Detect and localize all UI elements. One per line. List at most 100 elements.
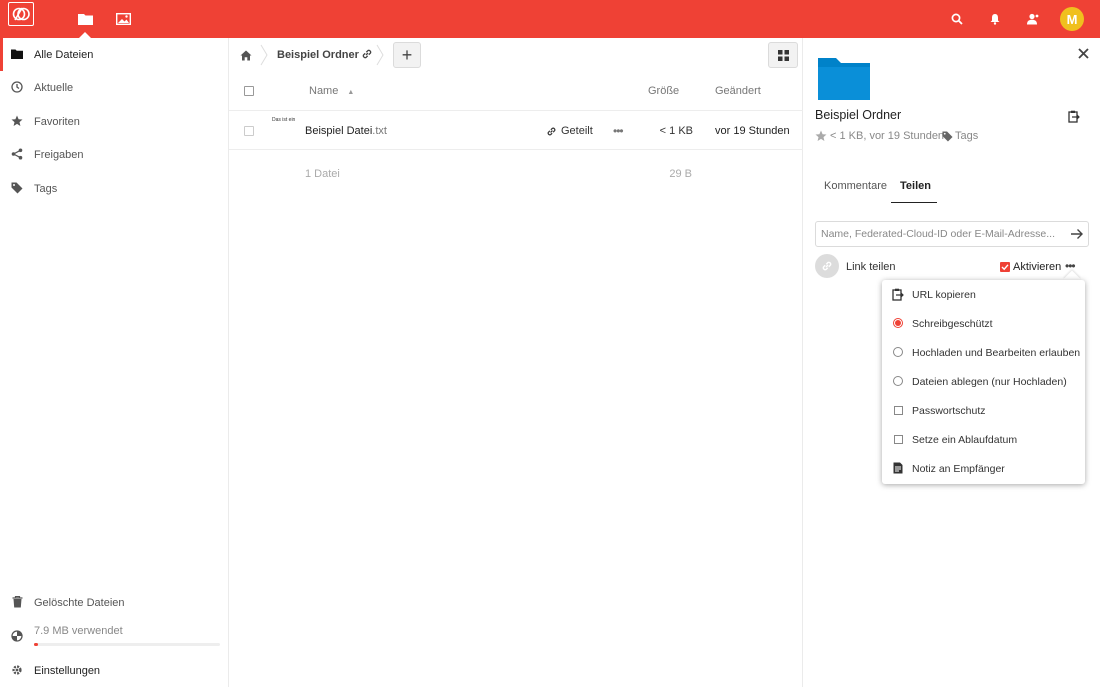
menu-item-label: Setze ein Ablaufdatum	[912, 434, 1018, 446]
sidebar-item-favorites[interactable]: Favoriten	[0, 105, 228, 138]
radio-selected[interactable]	[892, 317, 904, 329]
file-actions-menu-button[interactable]: •••	[613, 124, 624, 138]
file-list-area: Beispiel Ordner + Name ▲ Größe Geändert …	[229, 38, 803, 687]
folder-icon	[77, 14, 93, 25]
files-app-button[interactable]	[76, 10, 94, 28]
copy-link-button[interactable]	[1067, 109, 1081, 123]
link-share-label: Link teilen	[846, 261, 896, 273]
grid-view-toggle[interactable]	[768, 42, 798, 68]
menu-item-label: Passwortschutz	[912, 405, 986, 417]
quota-label: 7.9 MB verwendet	[34, 625, 123, 637]
file-row[interactable]: Das ist ein Beispiel Datei.txt Geteilt •…	[229, 110, 803, 150]
sidebar-item-label: Freigaben	[34, 149, 84, 161]
column-header-label: Name	[309, 85, 339, 97]
sidebar-item-shares[interactable]: Freigaben	[0, 138, 228, 171]
radio-unselected[interactable]	[892, 375, 904, 387]
contacts-icon	[1027, 13, 1039, 25]
pie-chart-icon	[10, 629, 24, 643]
sidebar-quota: 7.9 MB verwendet	[0, 620, 228, 653]
menu-item-label: Dateien ablegen (nur Hochladen)	[912, 376, 1067, 388]
folder-preview-icon	[818, 58, 870, 100]
gallery-app-button[interactable]	[114, 10, 132, 28]
active-tab-indicator	[891, 202, 937, 203]
file-extension: .txt	[372, 125, 387, 137]
sidebar-item-label: Einstellungen	[34, 665, 101, 677]
share-with-input[interactable]	[815, 221, 1089, 247]
clock-icon	[10, 80, 24, 94]
user-avatar[interactable]: M	[1060, 7, 1084, 31]
note-icon	[892, 462, 904, 474]
file-name[interactable]: Beispiel Datei.txt	[305, 125, 387, 137]
radio-unselected[interactable]	[892, 346, 904, 358]
close-icon	[1077, 47, 1089, 59]
quota-progress-fill	[34, 643, 38, 646]
breadcrumb-home[interactable]	[239, 48, 253, 62]
menu-item-allow-upload-edit[interactable]: Hochladen und Bearbeiten erlauben	[882, 338, 1085, 367]
notifications-button[interactable]	[986, 10, 1004, 28]
close-details-button[interactable]	[1076, 46, 1090, 60]
share-icon	[10, 147, 24, 161]
details-tags-label: Tags	[955, 130, 979, 142]
sidebar-item-tags[interactable]: Tags	[0, 172, 228, 205]
file-modified: vor 19 Stunden	[715, 125, 790, 137]
arrow-right-icon[interactable]	[1070, 227, 1084, 241]
tab-sharing[interactable]: Teilen	[900, 180, 931, 192]
menu-item-file-drop[interactable]: Dateien ablegen (nur Hochladen)	[882, 367, 1085, 396]
image-icon	[115, 13, 131, 25]
home-icon	[240, 50, 252, 60]
logo-icon	[12, 7, 30, 21]
activate-link-checkbox[interactable]: Aktivieren	[1000, 261, 1061, 273]
app-logo[interactable]	[8, 2, 34, 26]
sort-ascending-icon: ▲	[347, 89, 355, 96]
details-meta-text: < 1 KB, vor 19 Stunden	[830, 130, 945, 142]
quota-progress-bar	[34, 643, 220, 646]
total-size-summary: 29 B	[669, 168, 692, 180]
file-select-checkbox[interactable]	[244, 126, 254, 136]
share-status-label: Geteilt	[561, 125, 593, 137]
file-controls-bar: Beispiel Ordner +	[229, 38, 803, 73]
clipboard-icon	[1068, 110, 1080, 123]
details-meta: < 1 KB, vor 19 Stunden	[815, 130, 944, 142]
sidebar-item-all-files[interactable]: Alle Dateien	[0, 38, 228, 71]
star-icon[interactable]	[815, 130, 827, 142]
checkbox-unchecked[interactable]	[892, 433, 904, 445]
column-header-modified[interactable]: Geändert	[715, 85, 761, 97]
new-file-button[interactable]: +	[393, 42, 421, 68]
sidebar-item-recent[interactable]: Aktuelle	[0, 71, 228, 104]
contacts-button[interactable]	[1024, 10, 1042, 28]
file-name-base: Beispiel Datei	[305, 125, 373, 137]
menu-item-password-protect[interactable]: Passwortschutz	[882, 396, 1085, 425]
breadcrumb-folder[interactable]: Beispiel Ordner	[277, 49, 359, 61]
menu-item-label: Notiz an Empfänger	[912, 463, 1005, 475]
tag-icon	[942, 130, 953, 142]
menu-item-label: URL kopieren	[912, 289, 976, 301]
share-options-menu: URL kopieren Schreibgeschützt Hochladen …	[882, 280, 1085, 484]
sidebar-item-label: Aktuelle	[34, 82, 74, 94]
link-share-avatar	[815, 254, 839, 278]
menu-item-copy-url[interactable]: URL kopieren	[882, 280, 1085, 309]
tab-comments[interactable]: Kommentare	[824, 180, 887, 192]
bell-icon	[990, 14, 1000, 25]
menu-item-expiration-date[interactable]: Setze ein Ablaufdatum	[882, 425, 1085, 454]
sidebar-item-settings[interactable]: Einstellungen	[0, 654, 228, 687]
column-header-name[interactable]: Name ▲	[309, 85, 354, 97]
star-icon	[10, 114, 24, 128]
gear-icon	[10, 663, 24, 677]
sidebar-item-deleted-files[interactable]: Gelöschte Dateien	[0, 586, 228, 619]
tag-icon	[10, 181, 24, 195]
search-icon	[951, 13, 963, 25]
menu-item-note-to-recipient[interactable]: Notiz an Empfänger	[882, 454, 1085, 483]
select-all-checkbox[interactable]	[244, 86, 254, 96]
clipboard-icon	[892, 288, 904, 301]
details-tags-button[interactable]: Tags	[942, 130, 978, 142]
link-icon[interactable]	[361, 48, 373, 60]
menu-item-label: Schreibgeschützt	[912, 318, 993, 330]
navigation-sidebar: Alle Dateien Aktuelle Favoriten Freigabe…	[0, 38, 229, 687]
menu-item-read-only[interactable]: Schreibgeschützt	[882, 309, 1085, 338]
share-button[interactable]: Geteilt	[546, 125, 593, 137]
details-title: Beispiel Ordner	[815, 108, 902, 122]
checkbox-unchecked[interactable]	[892, 404, 904, 416]
top-header: M	[0, 0, 1100, 38]
column-header-size[interactable]: Größe	[648, 85, 679, 97]
search-button[interactable]	[948, 10, 966, 28]
